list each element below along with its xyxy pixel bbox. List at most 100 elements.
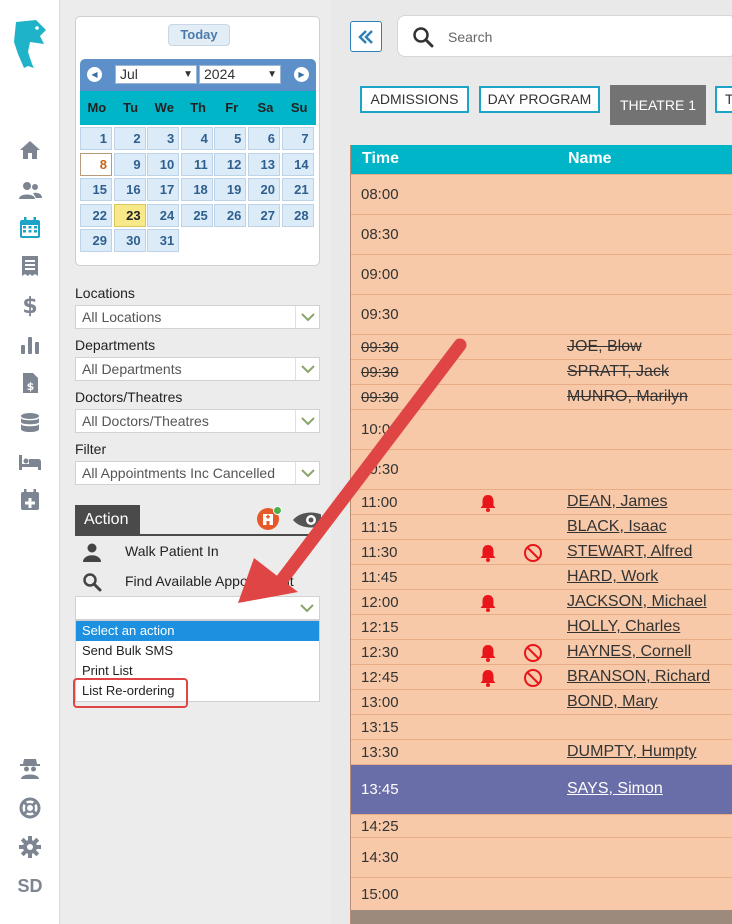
patient-name-link[interactable]: HARD, Work	[567, 568, 658, 586]
calendar-day[interactable]: 18	[180, 178, 213, 201]
option-send-bulk-sms[interactable]: Send Bulk SMS	[76, 641, 319, 661]
users-icon[interactable]	[17, 177, 43, 203]
calendar-day[interactable]: 15	[80, 178, 112, 201]
locations-select[interactable]: All Locations	[75, 305, 320, 329]
patient-name-link[interactable]: HOLLY, Charles	[567, 618, 680, 636]
lifebuoy-icon[interactable]	[17, 795, 43, 821]
eye-icon[interactable]	[291, 510, 321, 530]
calendar-day[interactable]: 25	[180, 203, 213, 227]
calendar-day[interactable]: 21	[281, 178, 314, 201]
collapse-panel-button[interactable]	[350, 21, 382, 52]
patient-name-link[interactable]: DEAN, James	[567, 493, 667, 511]
tab-next[interactable]: T	[715, 86, 732, 113]
calendar-day[interactable]: 23	[113, 203, 146, 227]
calendar-day[interactable]: 7	[281, 127, 314, 150]
bed-icon[interactable]	[17, 449, 43, 475]
calendar-day[interactable]: 29	[80, 229, 112, 252]
patient-name-link[interactable]: BRANSON, Richard	[567, 668, 710, 686]
patient-name-link[interactable]: BOND, Mary	[567, 693, 658, 711]
schedule-row[interactable]: 11:30 STEWART, Alfred	[351, 539, 732, 564]
schedule-row[interactable]: 13:00 BOND, Mary	[351, 689, 732, 714]
dollar-icon[interactable]: $	[17, 292, 43, 318]
schedule-row[interactable]: 12:45 BRANSON, Richard	[351, 664, 732, 689]
departments-select[interactable]: All Departments	[75, 357, 320, 381]
calendar-day[interactable]: 30	[113, 229, 146, 252]
schedule-row[interactable]: 10:00	[351, 409, 732, 449]
user-initials[interactable]: SD	[0, 876, 60, 897]
action-tab[interactable]: Action	[75, 505, 140, 535]
schedule-row[interactable]: 09:30 JOE, Blow	[351, 334, 732, 359]
calendar-day[interactable]: 9	[113, 152, 146, 176]
alert-bell-icon[interactable]	[478, 493, 498, 513]
patient-name-link[interactable]: BLACK, Isaac	[567, 518, 667, 536]
calendar-day[interactable]: 5	[214, 127, 247, 150]
option-select-an-action[interactable]: Select an action	[76, 621, 319, 641]
patient-name-link[interactable]: SPRATT, Jack	[567, 363, 669, 381]
schedule-row[interactable]: 09:30	[351, 294, 732, 334]
prev-month-icon[interactable]: ◀	[87, 67, 102, 82]
search-input[interactable]	[448, 26, 708, 48]
schedule-row[interactable]: 13:15	[351, 714, 732, 739]
calendar-day[interactable]: 17	[147, 178, 180, 201]
today-button[interactable]: Today	[168, 24, 230, 46]
patient-name-link[interactable]: SAYS, Simon	[567, 780, 663, 798]
calendar-day[interactable]: 22	[80, 203, 112, 227]
calendar-day[interactable]: 10	[147, 152, 180, 176]
invoice-icon[interactable]: $	[17, 370, 43, 396]
schedule-row[interactable]: 10:30	[351, 449, 732, 489]
home-icon[interactable]	[17, 137, 43, 163]
no-entry-icon[interactable]	[523, 543, 543, 563]
calendar-day[interactable]: 28	[281, 203, 314, 227]
patient-name-link[interactable]: JACKSON, Michael	[567, 593, 707, 611]
calendar-day[interactable]: 24	[147, 203, 180, 227]
alert-bell-icon[interactable]	[478, 643, 498, 663]
tab-admissions[interactable]: ADMISSIONS	[360, 86, 469, 113]
calendar-day[interactable]: 8	[80, 152, 112, 176]
spy-icon[interactable]	[17, 755, 43, 781]
calendar-day[interactable]: 19	[214, 178, 247, 201]
patient-name-link[interactable]: MUNRO, Marilyn	[567, 388, 688, 406]
calendar-day[interactable]: 11	[180, 152, 213, 176]
schedule-row[interactable]: 11:00 DEAN, James	[351, 489, 732, 514]
month-select[interactable]: Jul ▼	[115, 65, 197, 84]
alert-bell-icon[interactable]	[478, 668, 498, 688]
receipt-icon[interactable]	[17, 253, 43, 279]
schedule-row[interactable]: 09:00	[351, 254, 732, 294]
action-select[interactable]	[75, 596, 320, 620]
gear-icon[interactable]	[17, 834, 43, 860]
doctors-select[interactable]: All Doctors/Theatres	[75, 409, 320, 433]
hospital-icon[interactable]	[257, 506, 282, 530]
schedule-row[interactable]: 14:25	[351, 814, 732, 837]
patient-name-link[interactable]: HAYNES, Cornell	[567, 643, 691, 661]
schedule-row[interactable]: 13:30 DUMPTY, Humpty	[351, 739, 732, 764]
next-month-icon[interactable]: ▶	[294, 67, 309, 82]
calendar-day[interactable]: 20	[248, 178, 280, 201]
schedule-row[interactable]: 13:45 SAYS, Simon	[351, 764, 732, 814]
patient-name-link[interactable]: JOE, Blow	[567, 338, 642, 356]
schedule-row[interactable]: 09:30 MUNRO, Marilyn	[351, 384, 732, 409]
bar-chart-icon[interactable]	[17, 332, 43, 358]
schedule-row[interactable]: 15:00	[351, 877, 732, 910]
calendar-day[interactable]: 31	[147, 229, 180, 252]
schedule-row[interactable]: 08:30	[351, 214, 732, 254]
tab-theatre-1[interactable]: THEATRE 1	[610, 85, 706, 125]
database-icon[interactable]	[17, 410, 43, 436]
no-entry-icon[interactable]	[523, 668, 543, 688]
calendar-day[interactable]: 4	[180, 127, 213, 150]
schedule-row[interactable]: 12:30 HAYNES, Cornell	[351, 639, 732, 664]
filter-select[interactable]: All Appointments Inc Cancelled	[75, 461, 320, 485]
calendar-day[interactable]: 14	[281, 152, 314, 176]
calendar-day[interactable]: 12	[214, 152, 247, 176]
schedule-row[interactable]: 08:00	[351, 174, 732, 214]
schedule-row[interactable]: 12:15 HOLLY, Charles	[351, 614, 732, 639]
schedule-row[interactable]: 12:00 JACKSON, Michael	[351, 589, 732, 614]
calendar-day[interactable]: 3	[147, 127, 180, 150]
schedule-row[interactable]: 11:15 BLACK, Isaac	[351, 514, 732, 539]
calendar-day[interactable]: 1	[80, 127, 112, 150]
schedule-row[interactable]: 09:30 SPRATT, Jack	[351, 359, 732, 384]
calendar-day[interactable]: 2	[113, 127, 146, 150]
alert-bell-icon[interactable]	[478, 543, 498, 563]
year-select[interactable]: 2024 ▼	[199, 65, 281, 84]
calendar-day[interactable]: 13	[248, 152, 280, 176]
alert-bell-icon[interactable]	[478, 593, 498, 613]
